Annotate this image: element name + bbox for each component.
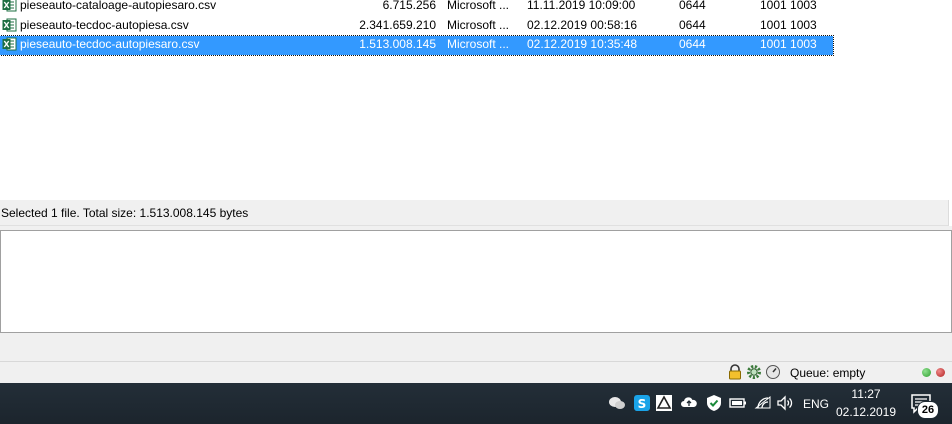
file-row[interactable]: pieseauto-tecdoc-autopiesa.csv 2.341.659.… bbox=[0, 17, 833, 36]
file-permissions: 0644 bbox=[679, 0, 706, 12]
file-name: pieseauto-tecdoc-autopiesa.csv bbox=[20, 18, 189, 32]
panel-separator-lower bbox=[0, 333, 952, 361]
file-owner-group: 1001 1003 bbox=[760, 37, 817, 51]
transfer-queue-panel[interactable] bbox=[0, 230, 952, 333]
file-modified: 11.11.2019 10:09:00 bbox=[527, 0, 636, 12]
speed-limit-icon[interactable] bbox=[765, 364, 781, 380]
file-owner-group: 1001 1003 bbox=[760, 0, 817, 12]
file-size: 6.715.256 bbox=[382, 0, 436, 12]
windows-taskbar: S ENG 11:27 02.12.2019 26 bbox=[0, 383, 952, 424]
file-row[interactable]: pieseauto-tecdoc-autopiesaro.csv 1.513.00… bbox=[0, 35, 834, 56]
file-type: Microsoft ... bbox=[447, 18, 510, 32]
file-size: 1.513.008.145 bbox=[359, 37, 436, 51]
svg-text:S: S bbox=[638, 397, 647, 411]
skype-icon[interactable]: S bbox=[633, 394, 651, 412]
volume-icon[interactable] bbox=[776, 394, 794, 412]
excel-file-icon bbox=[2, 0, 17, 12]
excel-file-icon bbox=[2, 37, 17, 51]
notification-count-badge: 26 bbox=[917, 401, 939, 419]
input-language[interactable]: ENG bbox=[803, 397, 829, 411]
selection-status-bar: Selected 1 file. Total size: 1.513.008.1… bbox=[0, 200, 949, 226]
wechat-icon[interactable] bbox=[608, 394, 626, 412]
queue-status: Queue: empty bbox=[790, 366, 866, 380]
lock-icon[interactable] bbox=[727, 364, 743, 380]
file-permissions: 0644 bbox=[679, 18, 706, 32]
file-size: 2.341.659.210 bbox=[359, 18, 436, 32]
selection-status-text: Selected 1 file. Total size: 1.513.008.1… bbox=[1, 206, 249, 220]
file-row[interactable]: pieseauto-cataloage-autopiesaro.csv 6.715… bbox=[0, 0, 833, 16]
file-owner-group: 1001 1003 bbox=[760, 18, 817, 32]
onedrive-icon[interactable] bbox=[680, 394, 698, 412]
app-bottom-status: Queue: empty bbox=[0, 361, 952, 384]
file-name: pieseauto-cataloage-autopiesaro.csv bbox=[20, 0, 217, 12]
file-type: Microsoft ... bbox=[447, 37, 510, 51]
clock-date[interactable]: 02.12.2019 bbox=[834, 405, 898, 419]
battery-icon[interactable] bbox=[729, 394, 747, 412]
transfer-idle-indicator bbox=[922, 368, 931, 377]
gear-icon[interactable] bbox=[746, 364, 762, 380]
google-drive-icon[interactable] bbox=[655, 394, 673, 412]
file-name: pieseauto-tecdoc-autopiesaro.csv bbox=[20, 37, 200, 51]
file-modified: 02.12.2019 00:58:16 bbox=[527, 18, 638, 32]
transfer-busy-indicator bbox=[936, 368, 945, 377]
defender-icon[interactable] bbox=[705, 394, 723, 412]
excel-file-icon bbox=[2, 18, 17, 32]
file-type: Microsoft ... bbox=[447, 0, 510, 12]
remote-file-list[interactable]: pieseauto-cataloage-autopiesaro.csv 6.715… bbox=[0, 0, 952, 200]
file-modified: 02.12.2019 10:35:48 bbox=[527, 37, 638, 51]
wifi-icon[interactable] bbox=[754, 394, 772, 412]
file-permissions: 0644 bbox=[679, 37, 706, 51]
clock-time[interactable]: 11:27 bbox=[838, 387, 894, 401]
